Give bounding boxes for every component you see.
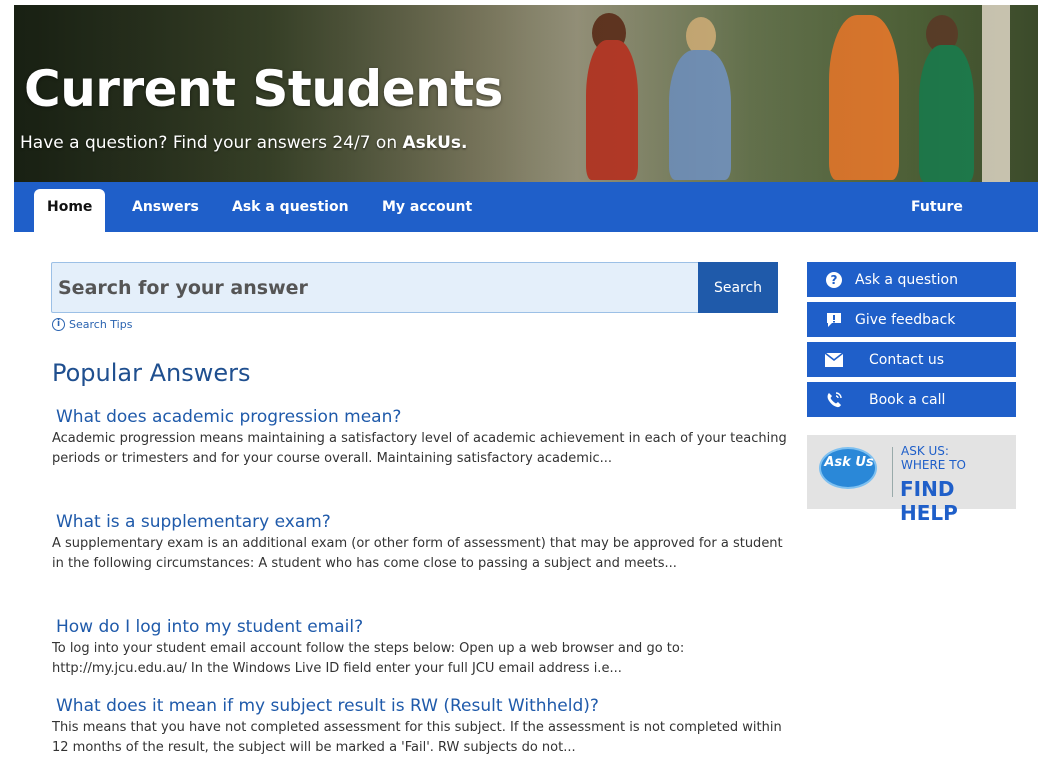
search-input[interactable] bbox=[52, 263, 698, 312]
list-item: What is a supplementary exam? A suppleme… bbox=[52, 512, 787, 574]
sidebar-button-label: Book a call bbox=[869, 391, 946, 408]
list-item: What does academic progression mean? Aca… bbox=[52, 407, 787, 469]
hero-subtitle: Have a question? Find your answers 24/7 … bbox=[20, 133, 467, 153]
answer-link[interactable]: How do I log into my student email? bbox=[52, 617, 787, 637]
askus-banner[interactable]: Ask Us ASK US: WHERE TO FIND HELP bbox=[807, 435, 1016, 525]
askus-link[interactable]: AskUs. bbox=[403, 133, 468, 153]
svg-text:?: ? bbox=[831, 273, 838, 287]
answer-excerpt: This means that you have not completed a… bbox=[52, 720, 782, 755]
question-circle-icon: ? bbox=[825, 271, 843, 289]
answer-link[interactable]: What does it mean if my subject result i… bbox=[52, 696, 787, 716]
sidebar-button-label: Give feedback bbox=[855, 311, 956, 328]
search-button[interactable]: Search bbox=[698, 262, 778, 313]
search-bar: Search bbox=[51, 262, 778, 313]
askus-line-2: WHERE TO bbox=[901, 458, 966, 472]
askus-line-3: FIND HELP bbox=[900, 477, 958, 525]
phone-icon bbox=[825, 391, 843, 409]
page-title: Current Students bbox=[24, 60, 503, 118]
hero-subtitle-text: Have a question? Find your answers 24/7 … bbox=[20, 133, 403, 153]
answer-excerpt: To log into your student email account f… bbox=[52, 641, 685, 676]
hero-banner: Current Students Have a question? Find y… bbox=[14, 5, 1038, 182]
main-nav: Home Answers Ask a question My account F… bbox=[14, 182, 1038, 265]
answer-excerpt: Academic progression means maintaining a… bbox=[52, 431, 787, 466]
search-tips-link[interactable]: i Search Tips bbox=[52, 318, 132, 331]
sidebar-ask-question-button[interactable]: ? Ask a question bbox=[807, 262, 1016, 297]
list-item: How do I log into my student email? To l… bbox=[52, 617, 787, 679]
info-icon: i bbox=[52, 318, 65, 331]
list-item: What does it mean if my subject result i… bbox=[52, 696, 787, 758]
nav-future-students[interactable]: Future Students bbox=[911, 182, 1038, 265]
sidebar-button-label: Ask a question bbox=[855, 271, 958, 288]
answer-link[interactable]: What does academic progression mean? bbox=[52, 407, 787, 427]
answer-excerpt: A supplementary exam is an additional ex… bbox=[52, 536, 783, 571]
nav-ask-question[interactable]: Ask a question bbox=[232, 182, 349, 232]
askus-divider bbox=[892, 447, 893, 497]
sidebar-give-feedback-button[interactable]: Give feedback bbox=[807, 302, 1016, 337]
nav-answers[interactable]: Answers bbox=[132, 182, 199, 232]
envelope-icon bbox=[825, 351, 843, 369]
search-tips-label: Search Tips bbox=[69, 318, 133, 331]
nav-home[interactable]: Home bbox=[34, 189, 106, 232]
askus-line-1: ASK US: bbox=[901, 444, 949, 458]
answer-link[interactable]: What is a supplementary exam? bbox=[52, 512, 787, 532]
popular-answers-heading: Popular Answers bbox=[52, 359, 251, 387]
sidebar-button-label: Contact us bbox=[869, 351, 945, 368]
nav-my-account[interactable]: My account bbox=[382, 182, 472, 232]
sidebar-book-call-button[interactable]: Book a call bbox=[807, 382, 1016, 417]
sidebar-contact-us-button[interactable]: Contact us bbox=[807, 342, 1016, 377]
feedback-icon bbox=[825, 311, 843, 329]
askus-logo-text: Ask Us bbox=[824, 455, 874, 470]
